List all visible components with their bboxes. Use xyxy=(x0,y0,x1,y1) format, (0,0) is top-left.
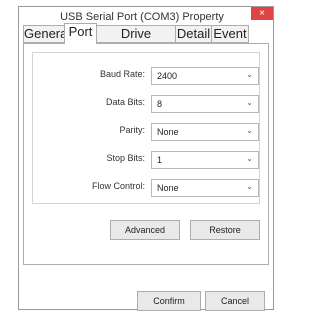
data-bits-select[interactable]: 8 ⌄ xyxy=(151,95,259,113)
advanced-button[interactable]: Advanced xyxy=(110,220,180,240)
stop-bits-label: Stop Bits: xyxy=(106,153,145,163)
parity-value: None xyxy=(157,127,179,137)
confirm-button[interactable]: Confirm xyxy=(137,291,201,311)
tab-detail[interactable]: Detail xyxy=(175,25,212,43)
chevron-down-icon: ⌄ xyxy=(246,126,253,135)
flow-control-row: Flow Control: None ⌄ xyxy=(33,179,259,197)
cancel-button[interactable]: Cancel xyxy=(205,291,265,311)
baud-rate-select[interactable]: 2400 ⌄ xyxy=(151,67,259,85)
port-settings-group: Baud Rate: 2400 ⌄ Data Bits: 8 ⌄ Parity:… xyxy=(32,52,260,204)
baud-rate-label: Baud Rate: xyxy=(99,69,145,79)
chevron-down-icon: ⌄ xyxy=(246,70,253,79)
data-bits-label: Data Bits: xyxy=(105,97,145,107)
parity-select[interactable]: None ⌄ xyxy=(151,123,259,141)
baud-rate-row: Baud Rate: 2400 ⌄ xyxy=(33,67,259,85)
tab-drive-program[interactable]: Drive Program xyxy=(96,25,176,57)
chevron-down-icon: ⌄ xyxy=(246,154,253,163)
close-icon: × xyxy=(259,8,265,19)
port-tab-panel: Baud Rate: 2400 ⌄ Data Bits: 8 ⌄ Parity:… xyxy=(23,43,269,265)
tab-general[interactable]: General xyxy=(23,25,70,43)
flow-control-label: Flow Control: xyxy=(91,181,145,191)
stop-bits-row: Stop Bits: 1 ⌄ xyxy=(33,151,259,169)
data-bits-row: Data Bits: 8 ⌄ xyxy=(33,95,259,113)
flow-control-value: None xyxy=(157,183,179,193)
tab-event[interactable]: Event xyxy=(211,25,249,43)
close-button[interactable]: × xyxy=(251,7,273,20)
baud-rate-value: 2400 xyxy=(157,71,178,81)
properties-dialog: USB Serial Port (COM3) Property × Genera… xyxy=(18,6,274,311)
flow-control-select[interactable]: None ⌄ xyxy=(151,179,259,197)
chevron-down-icon: ⌄ xyxy=(246,182,253,191)
chevron-down-icon: ⌄ xyxy=(246,98,253,107)
parity-label: Parity: xyxy=(119,125,145,135)
data-bits-value: 8 xyxy=(157,99,163,109)
restore-button[interactable]: Restore xyxy=(190,220,260,240)
tab-port[interactable]: Port xyxy=(64,23,97,44)
parity-row: Parity: None ⌄ xyxy=(33,123,259,141)
stop-bits-value: 1 xyxy=(157,155,163,165)
title-bar: USB Serial Port (COM3) Property × xyxy=(19,7,273,23)
stop-bits-select[interactable]: 1 ⌄ xyxy=(151,151,259,169)
